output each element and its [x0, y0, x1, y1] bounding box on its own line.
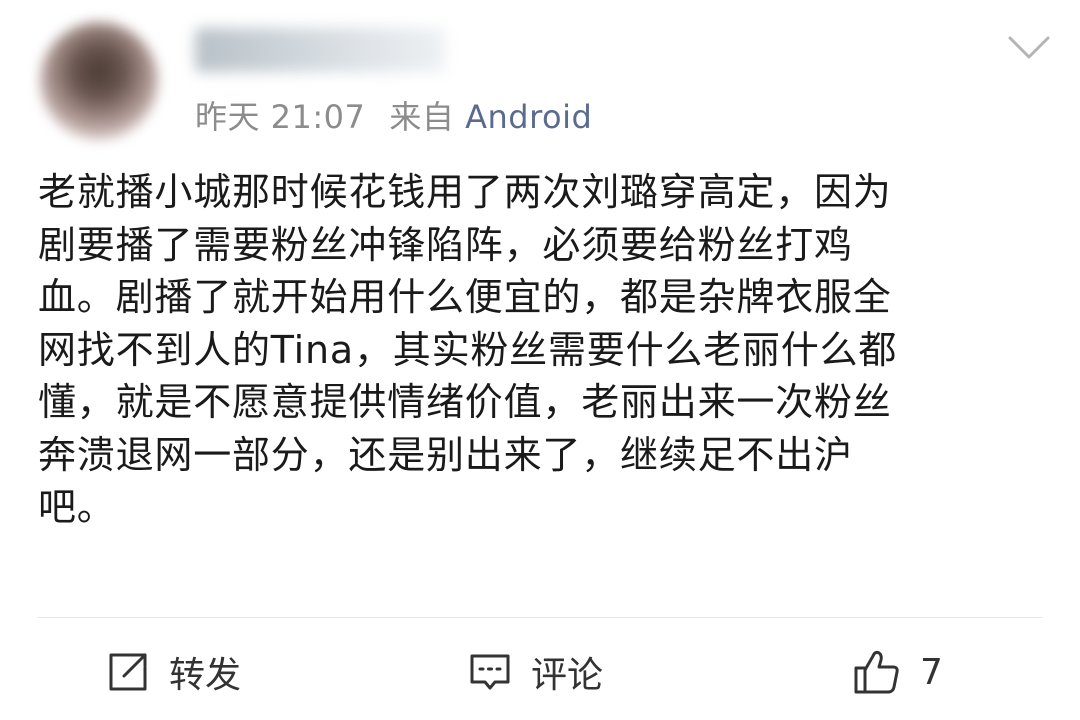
like-count: 7 [920, 651, 943, 693]
post-source[interactable]: Android [465, 98, 592, 136]
avatar[interactable] [40, 22, 158, 140]
post-body-line: 网找不到人的Tina，其实粉丝需要什么老丽什么都 [38, 327, 898, 372]
thumbs-up-icon [854, 650, 899, 694]
post-body-line: 奔溃退网一部分，还是别出来了，继续足不出沪 [38, 432, 853, 477]
comment-icon [470, 654, 510, 690]
comment-label: 评论 [531, 655, 604, 696]
post-body-line: 老就播小城那时候花钱用了两次刘璐穿高定，因为 [38, 170, 892, 214]
post-body-line: 吧。 [38, 485, 116, 529]
like-button[interactable]: 7 [852, 640, 943, 704]
repost-label: 转发 [169, 655, 242, 696]
post-body-line: 懂，就是不愿意提供情绪价值，老丽出来一次粉丝 [38, 380, 892, 424]
post-body: 老就播小城那时候花钱用了两次刘璐穿高定，因为 剧要播了需要粉丝冲锋陷阵，必须要给… [38, 166, 1050, 534]
source-prefix: 来自 [389, 98, 455, 136]
chevron-down-icon[interactable] [1006, 30, 1052, 64]
post-body-line: 剧要播了需要粉丝冲锋陷阵，必须要给粉丝打鸡 [38, 222, 853, 267]
username[interactable] [195, 28, 445, 72]
comment-button[interactable]: 评论 [467, 640, 603, 704]
repost-icon [109, 653, 147, 691]
post-meta: 昨天 21:07 来自 Android [195, 92, 592, 138]
divider [38, 617, 1042, 618]
repost-button[interactable]: 转发 [105, 640, 241, 704]
post-timestamp: 昨天 21:07 [195, 98, 366, 136]
post-body-line: 血。剧播了就开始用什么便宜的，都是杂牌衣服全 [38, 275, 892, 319]
